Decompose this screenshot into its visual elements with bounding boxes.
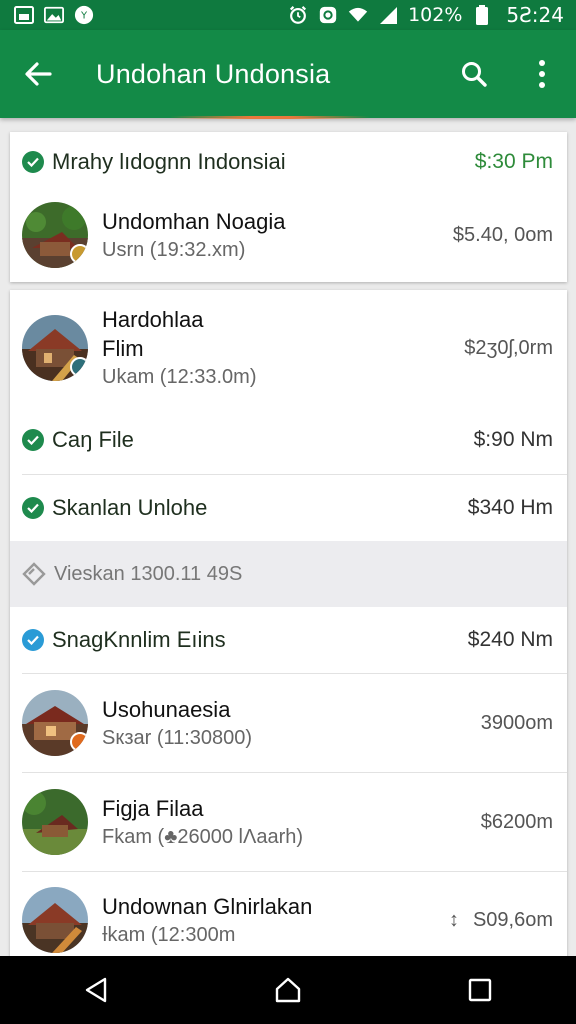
row-label: Caŋ File	[52, 427, 134, 452]
list-item[interactable]: Figja Filaa Fkam (♣26000 lΛaarh) $6200m	[10, 773, 567, 871]
row-label: Skanlan Unlohe	[52, 495, 208, 520]
list-row[interactable]: Skanlan Unlohe $340 Hm	[10, 475, 567, 541]
item-amount: S09,6om	[472, 908, 553, 931]
arrow-back-icon	[25, 62, 52, 86]
item-subtitle: Sкзar (11:30800)	[102, 726, 253, 749]
nav-home-button[interactable]	[248, 960, 328, 1020]
search-icon	[462, 62, 487, 87]
app-bar: Undohan Undonsia	[0, 30, 576, 118]
item-amount: $2ʒ0ʃ,0rm	[464, 336, 553, 359]
status-bar: Y 102% 5Ƨ:24	[0, 0, 576, 30]
alarm-icon	[288, 6, 308, 24]
avatar	[22, 690, 88, 756]
item-subtitle: Ɨkam (12:300m	[102, 923, 236, 946]
clock: 5Ƨ:24	[506, 3, 564, 27]
check-badge-icon	[22, 151, 44, 173]
item-amount: $5.40, 0om	[452, 223, 553, 246]
nav-recents-button[interactable]	[440, 960, 520, 1020]
row-value: $340 Hm	[467, 496, 553, 519]
section-label: Vieskan 1300.11 49S	[54, 562, 243, 585]
nav-back-button[interactable]	[56, 960, 136, 1020]
item-amount: 3900om	[480, 711, 553, 734]
sort-indicator: ↕	[448, 908, 459, 931]
card-header-value: $:30 Pm	[474, 150, 553, 173]
item-subtitle: Ukam (12:33.0m)	[102, 366, 257, 388]
recents-icon	[468, 978, 492, 1002]
item-title: Usohunaesia	[102, 696, 231, 722]
avatar	[22, 315, 88, 381]
row-value: $240 Nm	[467, 628, 553, 651]
image-notification-icon	[44, 6, 64, 24]
item-title-line-2: Flim	[102, 336, 144, 361]
app-notification-icon: Y	[74, 5, 94, 25]
tag-icon	[22, 562, 46, 586]
more-vert-icon	[539, 60, 545, 88]
transaction-card-1: Mrahy lıdognn Indonsiai $:30 Pm Undomhan…	[10, 132, 567, 282]
list-row[interactable]: SnagKnnlim Eıins $240 Nm	[10, 607, 567, 673]
search-button[interactable]	[440, 30, 508, 118]
list-item[interactable]: Undomhan Noagia Usrn (19:32.xm) $5.40, 0…	[10, 192, 567, 278]
avatar	[22, 202, 88, 268]
overflow-menu-button[interactable]	[508, 30, 576, 118]
check-badge-icon	[22, 429, 44, 451]
row-label: SnagKnnlim Eıins	[52, 627, 226, 652]
item-amount: $6200m	[480, 810, 553, 833]
card-header-row[interactable]: Mrahy lıdognn Indonsiai $:30 Pm	[10, 132, 567, 192]
item-title: Figja Filaa	[102, 795, 204, 821]
card-header-label: Mrahy lıdognn Indonsiai	[52, 149, 286, 174]
navigation-bar	[0, 956, 576, 1024]
triangle-back-icon	[85, 977, 107, 1003]
home-icon	[275, 977, 301, 1003]
avatar-badge	[70, 244, 88, 264]
signal-icon	[378, 6, 398, 24]
page-title: Undohan Undonsia	[96, 58, 331, 89]
item-subtitle: Fkam (♣26000 lΛaarh)	[102, 825, 304, 848]
battery-percentage: 102%	[408, 4, 463, 26]
list-item[interactable]: Undownan Glnirlakan Ɨkam (12:300m ↕ S09,…	[10, 872, 567, 956]
screenshot-notification-icon	[14, 6, 34, 24]
content-list[interactable]: Mrahy lıdognn Indonsiai $:30 Pm Undomhan…	[0, 118, 576, 956]
list-item[interactable]: Hardohlaa Flim Ukam (12:33.0m) $2ʒ0ʃ,0rm	[10, 290, 567, 406]
section-header: Vieskan 1300.11 49S	[10, 541, 567, 607]
item-title: Undomhan Noagia	[102, 208, 286, 234]
row-value: $:90 Nm	[473, 428, 553, 451]
list-item[interactable]: Usohunaesia Sкзar (11:30800) 3900om	[10, 674, 567, 772]
item-title: Undownan Glnirlakan	[102, 893, 313, 919]
data-saver-icon	[318, 6, 338, 24]
avatar-badge	[70, 357, 88, 377]
avatar	[22, 789, 88, 855]
battery-icon	[472, 5, 492, 25]
back-button[interactable]	[0, 30, 76, 118]
avatar	[22, 887, 88, 953]
item-title-line-1: Hardohlaa	[102, 307, 204, 332]
svg-text:Y: Y	[80, 11, 88, 22]
check-badge-icon	[22, 629, 44, 651]
list-row[interactable]: Caŋ File $:90 Nm	[10, 406, 567, 474]
transaction-card-2: Hardohlaa Flim Ukam (12:33.0m) $2ʒ0ʃ,0rm…	[10, 290, 567, 956]
avatar-badge	[70, 732, 88, 752]
item-subtitle: Usrn (19:32.xm)	[102, 238, 246, 261]
wifi-icon	[348, 6, 368, 24]
check-badge-icon	[22, 497, 44, 519]
